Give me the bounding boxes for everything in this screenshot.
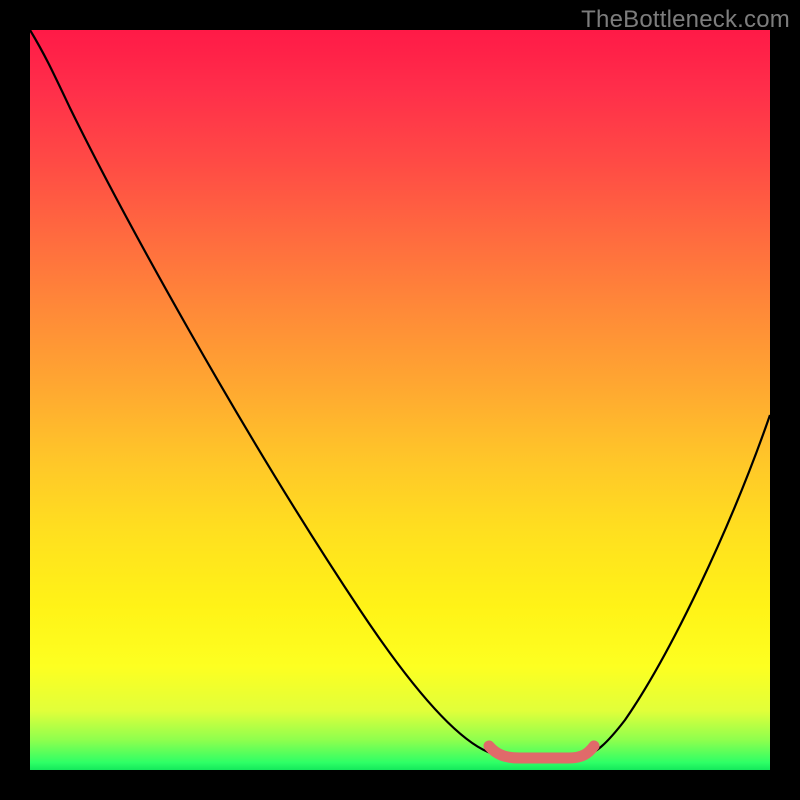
bottleneck-curve bbox=[30, 30, 770, 759]
gradient-plot-area bbox=[30, 30, 770, 770]
curve-svg bbox=[30, 30, 770, 770]
chart-frame: TheBottleneck.com bbox=[0, 0, 800, 800]
highlight-min-icon bbox=[489, 746, 594, 758]
